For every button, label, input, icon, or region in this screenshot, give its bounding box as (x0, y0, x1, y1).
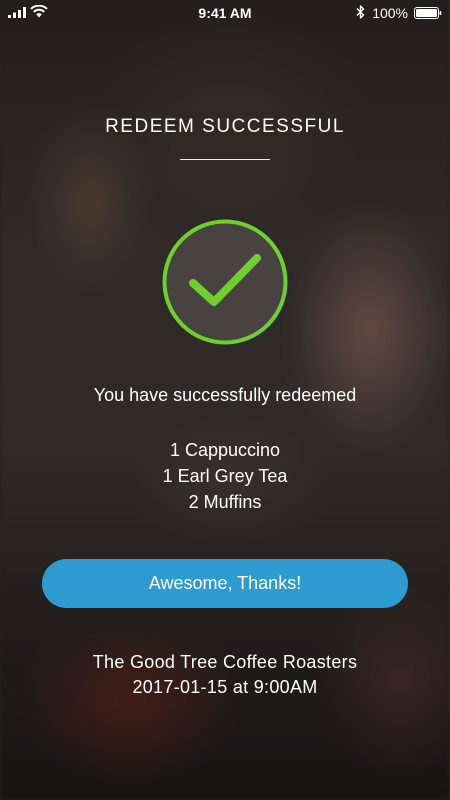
battery-percent: 100% (372, 5, 408, 21)
page-title: REDEEM SUCCESSFUL (105, 116, 345, 137)
redeemed-items-list: 1 Cappuccino 1 Earl Grey Tea 2 Muffins (0, 437, 450, 515)
status-bar: 9:41 AM 100% (0, 0, 450, 26)
redeem-success-screen: 9:41 AM 100% REDEEM SUCCESSFUL You have … (0, 0, 450, 800)
redeemed-item: 1 Cappuccino (169, 440, 281, 460)
store-name: The Good Tree Coffee Roasters (92, 652, 358, 672)
title-divider (180, 159, 270, 160)
redeemed-item: 2 Muffins (188, 492, 262, 512)
battery-icon (414, 7, 442, 19)
checkmark-circle-icon (162, 219, 288, 345)
redeem-datetime: 2017-01-15 at 9:00AM (132, 677, 318, 697)
bluetooth-icon (356, 5, 365, 19)
redeemed-item: 1 Earl Grey Tea (162, 466, 288, 486)
battery-fill (416, 9, 437, 17)
awesome-thanks-button[interactable]: Awesome, Thanks! (42, 559, 408, 608)
success-message: You have successfully redeemed (93, 385, 357, 405)
